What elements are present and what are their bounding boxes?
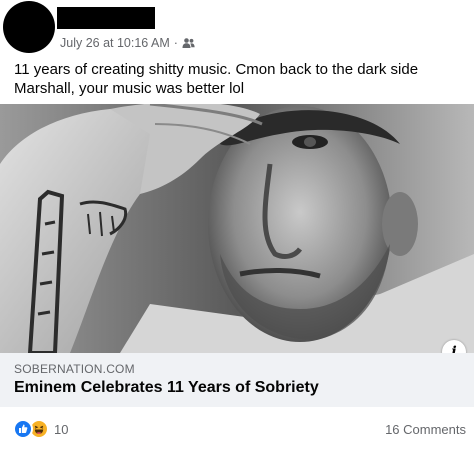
avatar[interactable] [3, 1, 55, 53]
meta-separator: · [173, 36, 178, 50]
post-text: 11 years of creating shitty music. Cmon … [14, 61, 419, 97]
link-title[interactable]: Eminem Celebrates 11 Years of Sobriety [14, 379, 319, 397]
post-meta: July 26 at 10:16 AM · [60, 35, 195, 51]
friends-icon[interactable] [182, 37, 195, 49]
post-timestamp[interactable]: July 26 at 10:16 AM [60, 36, 170, 50]
facebook-post: July 26 at 10:16 AM · 11 years of creati… [0, 0, 474, 451]
link-caption[interactable]: SOBERNATION.COM Eminem Celebrates 11 Yea… [0, 353, 474, 407]
comments-count[interactable]: 16 Comments [385, 422, 466, 437]
link-preview-image[interactable] [0, 104, 474, 353]
link-domain: SOBERNATION.COM [14, 362, 135, 376]
reaction-count[interactable]: 10 [54, 422, 68, 437]
author-name-redacted [57, 7, 155, 29]
reactions-summary[interactable]: 10 [13, 419, 68, 439]
like-icon [13, 419, 33, 439]
